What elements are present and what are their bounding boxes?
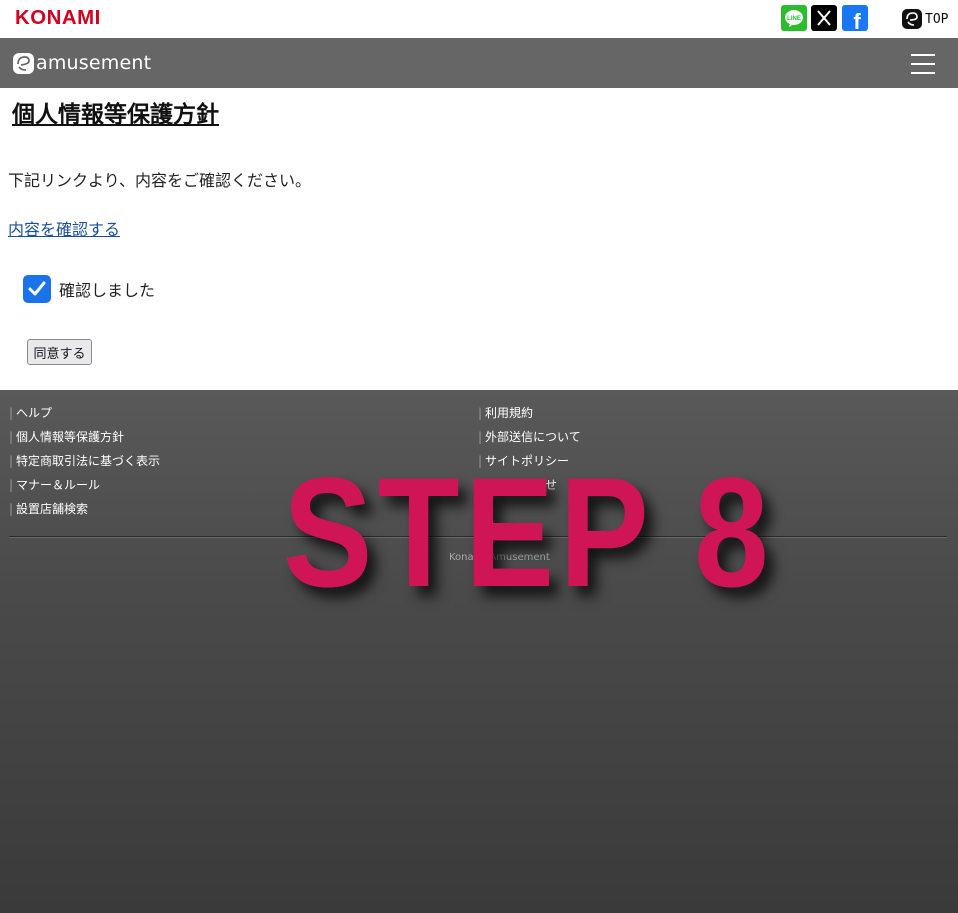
- line-icon-text: LINE: [787, 16, 801, 22]
- eamusement-logo[interactable]: amusement: [13, 52, 151, 74]
- footer-link-commerce-law[interactable]: | 特定商取引法に基づく表示: [9, 452, 160, 476]
- konami-logo[interactable]: KONAMI: [15, 7, 101, 30]
- footer-link-manners[interactable]: | マナー＆ルール: [9, 476, 160, 500]
- step-overlay-text: STEP 8: [283, 446, 774, 620]
- etop-label: TOP: [925, 11, 949, 27]
- footer-link-terms[interactable]: | 利用規約: [478, 404, 581, 428]
- facebook-share-icon[interactable]: f: [842, 5, 868, 31]
- facebook-icon-text: f: [853, 9, 861, 31]
- line-share-icon[interactable]: LINE: [781, 5, 807, 31]
- confirm-checkbox[interactable]: [23, 275, 51, 303]
- eamusement-logo-text: amusement: [36, 52, 152, 74]
- agree-button[interactable]: 同意する: [27, 339, 92, 365]
- page-title: 個人情報等保護方針: [12, 102, 219, 128]
- footer-left-links: | ヘルプ | 個人情報等保護方針 | 特定商取引法に基づく表示 | マナー＆ルール |…: [9, 404, 160, 524]
- checkmark-icon: [28, 281, 46, 296]
- eamusement-e-icon: [902, 9, 922, 29]
- footer-link-help[interactable]: | ヘルプ: [9, 404, 160, 428]
- confirm-checkbox-label: 確認しました: [59, 281, 156, 300]
- confirm-checkbox-row[interactable]: 確認しました: [23, 275, 155, 303]
- x-share-icon[interactable]: [811, 5, 837, 31]
- eamusement-top-link[interactable]: TOP: [902, 8, 948, 30]
- footer-link-privacy[interactable]: | 個人情報等保護方針: [9, 428, 160, 452]
- amusement-header: amusement: [0, 38, 958, 88]
- intro-text: 下記リンクより、内容をご確認ください。: [8, 171, 312, 190]
- confirm-content-link[interactable]: 内容を確認する: [8, 216, 120, 240]
- eamusement-logo-icon: [13, 52, 34, 74]
- footer-link-store-search[interactable]: | 設置店舗検索: [9, 500, 160, 524]
- top-bar: KONAMI LINE f TOP: [0, 0, 958, 38]
- hamburger-icon[interactable]: [911, 54, 935, 74]
